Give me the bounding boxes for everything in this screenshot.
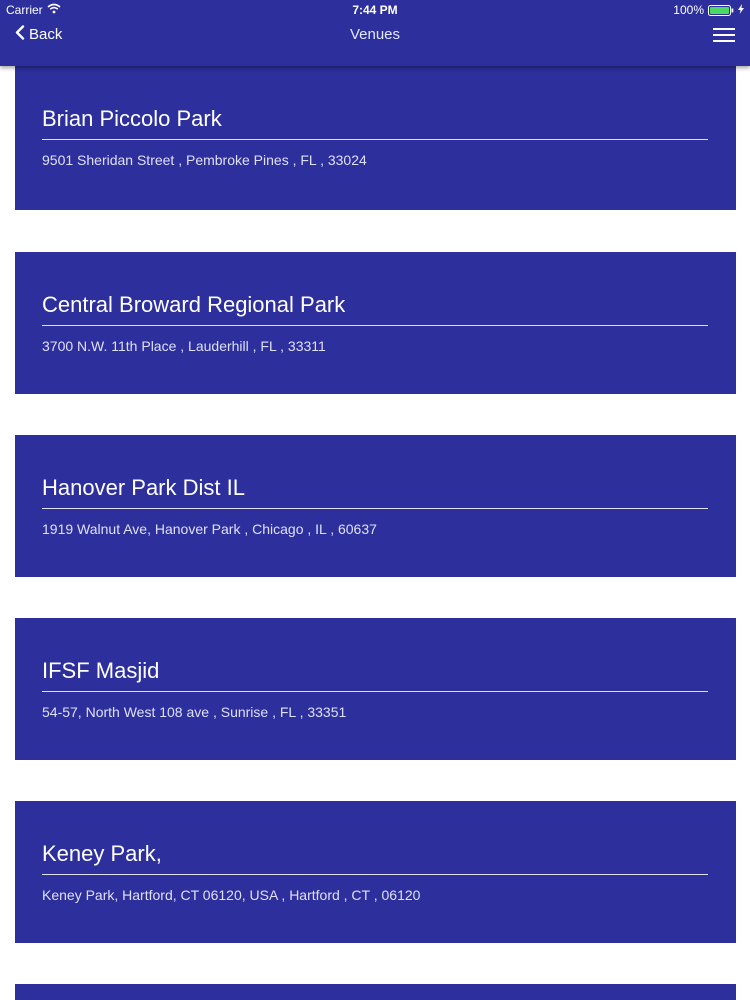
battery-percent: 100% bbox=[673, 3, 704, 17]
venue-card[interactable]: Keney Park, Keney Park, Hartford, CT 061… bbox=[15, 801, 736, 943]
venue-divider bbox=[42, 508, 708, 509]
page-title: Venues bbox=[349, 26, 401, 43]
battery-icon bbox=[708, 4, 734, 16]
app-header: Carrier 7:44 PM 100% Back Venues bbox=[0, 0, 750, 66]
venue-name: IFSF Masjid bbox=[42, 658, 160, 683]
venue-list: Brian Piccolo Park 9501 Sheridan Street … bbox=[0, 66, 750, 1000]
venues-screen: Carrier 7:44 PM 100% Back Venues Brian P… bbox=[0, 0, 750, 1000]
venue-name: Central Broward Regional Park bbox=[42, 292, 346, 317]
venue-name: Brian Piccolo Park bbox=[42, 106, 222, 131]
venue-name: Keney Park, bbox=[42, 841, 162, 866]
venue-divider bbox=[42, 139, 708, 140]
venue-card[interactable]: Central Broward Regional Park 3700 N.W. … bbox=[15, 252, 736, 394]
venue-address: Keney Park, Hartford, CT 06120, USA , Ha… bbox=[42, 887, 421, 903]
venue-address: 54-57, North West 108 ave , Sunrise , FL… bbox=[42, 704, 347, 720]
venue-divider bbox=[42, 874, 708, 875]
venue-divider bbox=[42, 325, 708, 326]
venue-card[interactable]: Brian Piccolo Park 9501 Sheridan Street … bbox=[15, 66, 736, 210]
venue-address: 3700 N.W. 11th Place , Lauderhill , FL ,… bbox=[42, 338, 326, 354]
venue-divider bbox=[42, 691, 708, 692]
venue-name: Hanover Park Dist IL bbox=[42, 475, 245, 500]
hamburger-menu-icon[interactable] bbox=[713, 26, 735, 44]
venue-address: 9501 Sheridan Street , Pembroke Pines , … bbox=[42, 152, 367, 168]
status-time: 7:44 PM bbox=[352, 3, 398, 17]
status-bar: Carrier 7:44 PM 100% bbox=[0, 0, 750, 20]
status-battery: 100% bbox=[673, 3, 744, 17]
venue-card[interactable] bbox=[15, 984, 736, 1000]
charging-bolt-icon bbox=[738, 3, 744, 17]
venue-card[interactable]: IFSF Masjid 54-57, North West 108 ave , … bbox=[15, 618, 736, 760]
venue-address: 1919 Walnut Ave, Hanover Park , Chicago … bbox=[42, 521, 377, 537]
nav-bar: Back Venues bbox=[0, 20, 750, 50]
venue-card[interactable]: Hanover Park Dist IL 1919 Walnut Ave, Ha… bbox=[15, 435, 736, 577]
